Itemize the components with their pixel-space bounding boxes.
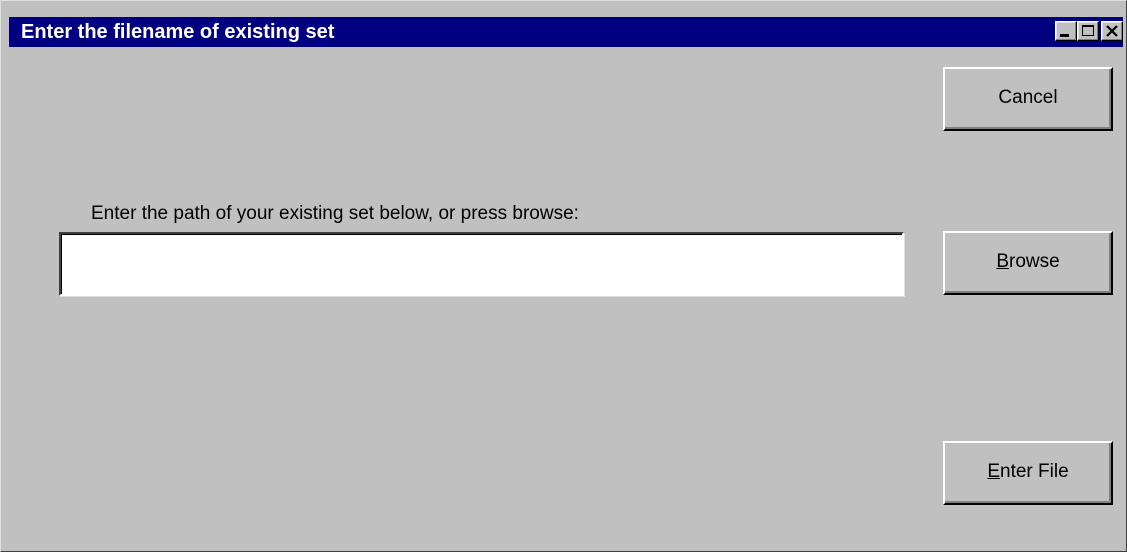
path-input[interactable] bbox=[59, 232, 904, 296]
maximize-button[interactable] bbox=[1077, 21, 1099, 41]
minimize-icon bbox=[1060, 34, 1069, 37]
enter-file-mnemonic: E bbox=[987, 461, 1001, 482]
browse-button[interactable]: Browse bbox=[943, 231, 1113, 295]
minimize-button[interactable] bbox=[1055, 21, 1077, 41]
dialog-body: Cancel Enter the path of your existing s… bbox=[9, 47, 1123, 547]
enter-file-button[interactable]: Enter File bbox=[943, 441, 1113, 505]
browse-button-label: rowse bbox=[1009, 251, 1060, 272]
browse-mnemonic: B bbox=[996, 251, 1009, 272]
dialog-window: Enter the filename of existing set Cance… bbox=[0, 0, 1127, 552]
close-button[interactable] bbox=[1101, 21, 1123, 41]
cancel-button-label: Cancel bbox=[998, 87, 1058, 108]
cancel-button[interactable]: Cancel bbox=[943, 67, 1113, 131]
close-icon bbox=[1106, 25, 1118, 37]
window-title: Enter the filename of existing set bbox=[21, 21, 335, 43]
maximize-icon bbox=[1082, 25, 1094, 36]
enter-file-button-label: nter File bbox=[1000, 461, 1069, 482]
title-bar[interactable]: Enter the filename of existing set bbox=[9, 17, 1123, 47]
path-prompt-label: Enter the path of your existing set belo… bbox=[91, 203, 579, 224]
